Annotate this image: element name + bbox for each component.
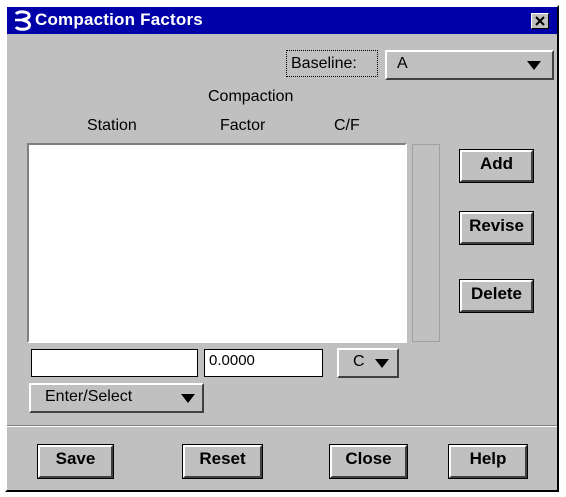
compaction-factors-dialog: Compaction Factors Baseline: A Compactio… [5,5,559,492]
reset-button[interactable]: Reset [182,444,263,479]
factor-input-value: 0.0000 [209,352,255,369]
add-button-label: Add [479,154,514,173]
revise-button-label: Revise [469,216,524,235]
station-input[interactable] [31,349,198,377]
baseline-value: A [397,55,408,72]
app-logo-icon [14,10,31,31]
revise-button[interactable]: Revise [459,211,534,245]
help-button-label: Help [469,449,507,468]
close-icon [535,16,545,26]
chevron-down-icon [527,61,541,70]
chevron-down-icon [181,394,195,403]
title-bar[interactable]: Compaction Factors [7,7,557,34]
column-header-station: Station [87,117,137,134]
delete-button[interactable]: Delete [459,279,534,313]
close-button-label: Close [345,449,392,468]
save-button-label: Save [55,449,96,468]
column-header-factor: Factor [220,117,266,134]
mode-select-value: Enter/Select [45,388,133,405]
baseline-label-box: Baseline: [286,50,378,77]
footer-separator-highlight [7,426,557,427]
compaction-list[interactable] [27,143,407,343]
cf-select-value: C [353,353,365,370]
close-button[interactable]: Close [329,444,408,479]
baseline-label: Baseline: [291,55,357,72]
list-scrollbar[interactable] [412,144,440,342]
mode-select[interactable]: Enter/Select [29,383,204,413]
delete-button-label: Delete [470,284,523,303]
help-button[interactable]: Help [448,444,528,479]
save-button[interactable]: Save [37,444,114,479]
factor-input[interactable]: 0.0000 [204,349,323,377]
window-title: Compaction Factors [35,10,203,29]
add-button[interactable]: Add [459,149,534,183]
close-window-button[interactable] [531,13,549,29]
baseline-select[interactable]: A [385,50,554,80]
column-header-compaction: Compaction [208,88,294,105]
chevron-down-icon [375,359,389,368]
cf-select[interactable]: C [337,348,399,378]
reset-button-label: Reset [199,449,246,468]
column-header-cf: C/F [334,117,360,134]
